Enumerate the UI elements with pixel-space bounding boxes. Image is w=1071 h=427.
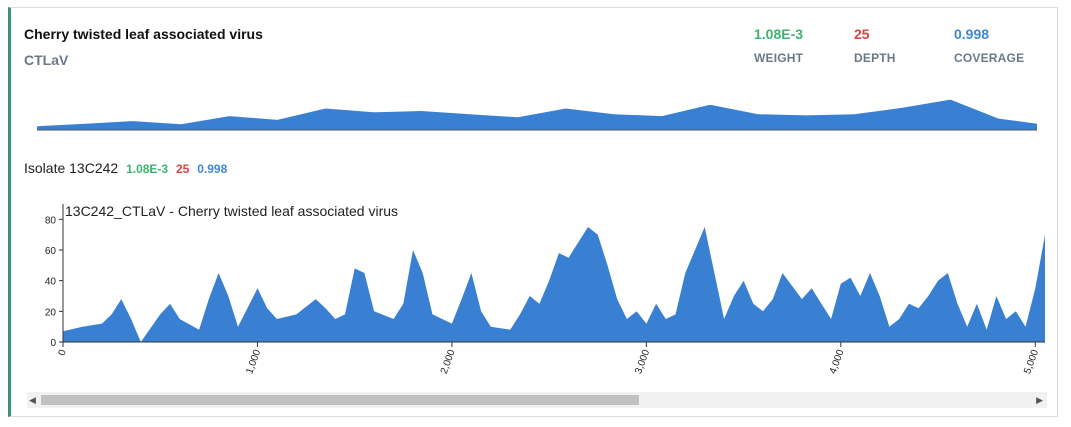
x-tick-label: 0 bbox=[57, 348, 69, 357]
virus-card: Cherry twisted leaf associated virus CTL… bbox=[8, 7, 1058, 417]
y-tick-label: 20 bbox=[45, 307, 57, 318]
x-tick-label: 5,000 bbox=[1022, 348, 1041, 376]
x-tick-label: 3,000 bbox=[633, 348, 652, 376]
depth-metric: 25 DEPTH bbox=[854, 26, 944, 65]
weight-metric: 1.08E-3 WEIGHT bbox=[754, 26, 844, 65]
x-tick-label: 1,000 bbox=[244, 348, 263, 376]
x-tick-label: 4,000 bbox=[828, 348, 847, 376]
isolate-depth: 25 bbox=[176, 162, 190, 176]
isolate-summary: Isolate 13C242 1.08E-3 25 0.998 bbox=[24, 160, 227, 176]
coverage-value: 0.998 bbox=[954, 26, 990, 42]
weight-value: 1.08E-3 bbox=[754, 26, 804, 42]
coverage-metric: 0.998 COVERAGE bbox=[954, 26, 1044, 65]
coverage-label: COVERAGE bbox=[954, 51, 1025, 65]
scroll-thumb[interactable] bbox=[41, 395, 639, 405]
y-tick-label: 0 bbox=[50, 338, 56, 349]
depth-label: DEPTH bbox=[854, 51, 896, 65]
isolate-label: Isolate 13C242 bbox=[24, 160, 119, 176]
overview-coverage-chart bbox=[37, 99, 1037, 131]
y-tick-label: 80 bbox=[45, 215, 57, 226]
depth-value: 25 bbox=[854, 26, 870, 42]
x-tick-label: 2,000 bbox=[439, 348, 458, 376]
isolate-coverage: 0.998 bbox=[197, 162, 228, 176]
y-tick-label: 40 bbox=[45, 277, 57, 288]
coverage-area bbox=[63, 227, 1045, 342]
virus-name[interactable]: Cherry twisted leaf associated virus bbox=[24, 26, 263, 42]
scroll-right-arrow-icon[interactable]: ▶ bbox=[1036, 395, 1043, 406]
virus-abbreviation: CTLaV bbox=[24, 52, 69, 68]
weight-label: WEIGHT bbox=[754, 51, 804, 65]
isolate-weight: 1.08E-3 bbox=[126, 162, 169, 176]
horizontal-scrollbar[interactable]: ◀ ▶ bbox=[27, 392, 1047, 408]
coverage-chart: 13C242_CTLaV - Cherry twisted leaf assoc… bbox=[45, 203, 1045, 376]
y-tick-label: 60 bbox=[45, 246, 57, 257]
scroll-left-arrow-icon[interactable]: ◀ bbox=[29, 395, 36, 406]
chart-title: 13C242_CTLaV - Cherry twisted leaf assoc… bbox=[65, 203, 398, 219]
overview-area bbox=[37, 99, 1037, 130]
